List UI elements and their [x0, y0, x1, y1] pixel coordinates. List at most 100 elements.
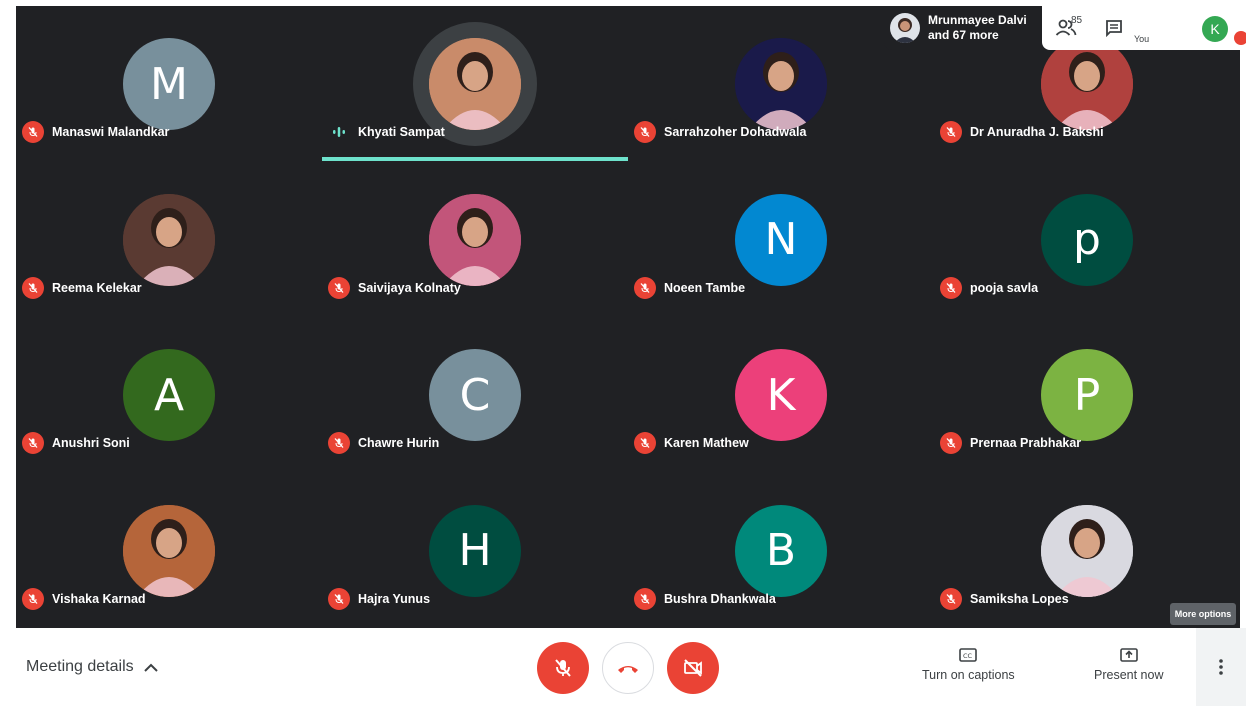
- more-vertical-icon: [1219, 659, 1223, 675]
- mic-off-icon: [555, 659, 571, 677]
- participant-avatar: p: [1041, 193, 1133, 286]
- participant-tile[interactable]: A Anushri Soni: [16, 317, 322, 472]
- participant-avatar: [123, 193, 215, 286]
- meeting-details-label: Meeting details: [26, 658, 134, 675]
- present-icon: [1119, 648, 1138, 662]
- participant-nameplate: Chawre Hurin: [328, 432, 439, 454]
- mic-off-icon: [940, 587, 962, 610]
- participant-name: Vishaka Karnad: [52, 591, 146, 606]
- participant-avatar: P: [1041, 349, 1133, 441]
- participant-avatar: H: [429, 504, 521, 597]
- active-speaker-bar: [322, 157, 628, 161]
- participant-avatar: [1041, 38, 1133, 130]
- participant-avatar: M: [123, 38, 215, 130]
- participant-avatar: [1041, 504, 1133, 597]
- participant-name: Dr Anuradha J. Bakshi: [970, 125, 1104, 139]
- participant-name: Bushra Dhankwala: [664, 591, 776, 606]
- participant-name: Khyati Sampat: [358, 125, 445, 139]
- participant-tile[interactable]: B Bushra Dhankwala: [628, 473, 934, 628]
- participant-name: Chawre Hurin: [358, 436, 440, 450]
- participant-nameplate: Hajra Yunus: [328, 587, 431, 610]
- participant-nameplate: pooja savla: [940, 276, 1039, 299]
- captions-button[interactable]: CC Turn on captions: [922, 648, 1015, 682]
- participant-name: Sarrahzoher Dohadwala: [664, 125, 807, 139]
- participant-nameplate: Prernaa Prabhakar: [940, 432, 1081, 454]
- participant-avatar: K: [735, 349, 827, 441]
- participant-tile[interactable]: C Chawre Hurin: [322, 317, 628, 472]
- participant-nameplate: Vishaka Karnad: [22, 587, 146, 610]
- toggle-camera-button[interactable]: [667, 642, 719, 694]
- people-count: 85: [1071, 15, 1083, 26]
- mic-off-icon: [940, 276, 962, 299]
- mic-off-icon: [22, 587, 44, 610]
- mic-off-icon: [328, 432, 350, 454]
- captions-label: Turn on captions: [922, 668, 1015, 682]
- participant-name: Manaswi Malandkar: [52, 125, 170, 139]
- participant-name: Prernaa Prabhakar: [970, 436, 1082, 450]
- hang-up-icon: [618, 666, 638, 673]
- participant-tile[interactable]: Saivijaya Kolnaty: [322, 162, 628, 317]
- participant-nameplate: Noeen Tambe: [634, 276, 746, 299]
- participant-tile[interactable]: K Karen Mathew: [628, 317, 934, 472]
- participant-name: Samiksha Lopes: [970, 591, 1069, 606]
- participant-nameplate: Manaswi Malandkar: [22, 121, 169, 143]
- participant-name: Karen Mathew: [664, 436, 749, 450]
- participant-name: Noeen Tambe: [664, 280, 746, 295]
- speaking-indicator-icon: [328, 121, 350, 143]
- captions-icon: CC: [959, 648, 978, 662]
- meeting-details-button[interactable]: Meeting details: [26, 658, 158, 676]
- participant-name: Reema Kelekar: [52, 280, 142, 295]
- mic-off-icon: [634, 432, 656, 454]
- mic-off-icon: [22, 121, 44, 143]
- self-mic-off-icon: [1234, 31, 1246, 45]
- participant-nameplate: Reema Kelekar: [22, 276, 142, 299]
- participant-avatar: [429, 38, 521, 130]
- mic-off-icon: [940, 432, 962, 454]
- mic-off-icon: [940, 121, 962, 143]
- participant-name: Saivijaya Kolnaty: [358, 280, 461, 295]
- mic-off-icon: [328, 587, 350, 610]
- participant-grid: M Manaswi Malandkar Khyati Sampat Sarrahzoh…: [16, 6, 1240, 628]
- participant-nameplate: Saivijaya Kolnaty: [328, 276, 461, 299]
- mic-off-icon: [22, 276, 44, 299]
- chevron-up-icon: [143, 663, 158, 672]
- participant-tile[interactable]: N Noeen Tambe: [628, 162, 934, 317]
- leave-call-button[interactable]: [602, 642, 654, 694]
- chat-button[interactable]: [1090, 6, 1138, 50]
- mic-off-icon: [22, 432, 44, 454]
- participant-tile[interactable]: p pooja savla: [934, 162, 1240, 317]
- presenter-avatar: [890, 13, 920, 43]
- present-label: Present now: [1094, 668, 1164, 682]
- participant-avatar: [735, 38, 827, 130]
- more-options-tooltip: More options: [1170, 603, 1236, 625]
- self-avatar[interactable]: K: [1202, 16, 1228, 42]
- participant-avatar: B: [735, 504, 827, 597]
- participant-summary-chip[interactable]: Mrunmayee Dalvi and 67 more: [884, 6, 1042, 50]
- participant-nameplate: Dr Anuradha J. Bakshi: [940, 121, 1104, 143]
- participant-name: pooja savla: [970, 280, 1039, 295]
- participant-name: Anushri Soni: [52, 436, 130, 450]
- participant-nameplate: Anushri Soni: [22, 432, 130, 454]
- participant-nameplate: Sarrahzoher Dohadwala: [634, 121, 806, 143]
- toggle-microphone-button[interactable]: [537, 642, 589, 694]
- participant-nameplate: Samiksha Lopes: [940, 587, 1069, 610]
- chat-icon: [1106, 20, 1122, 37]
- participant-tile[interactable]: Khyati Sampat: [322, 6, 628, 161]
- camera-off-icon: [684, 659, 702, 677]
- participant-avatar: [123, 504, 215, 597]
- participant-tile[interactable]: Vishaka Karnad: [16, 473, 322, 628]
- participant-tile[interactable]: H Hajra Yunus: [322, 473, 628, 628]
- participant-avatar: A: [123, 349, 215, 441]
- people-button[interactable]: 85: [1042, 6, 1090, 50]
- present-now-button[interactable]: Present now: [1094, 648, 1163, 682]
- you-label: You: [1134, 34, 1150, 44]
- more-options-button[interactable]: [1196, 628, 1246, 706]
- participant-tile[interactable]: P Prernaa Prabhakar: [934, 317, 1240, 472]
- participant-avatar: C: [429, 349, 521, 441]
- mic-off-icon: [328, 276, 350, 299]
- participant-nameplate: Khyati Sampat: [328, 121, 445, 143]
- participant-tile[interactable]: Reema Kelekar: [16, 162, 322, 317]
- participant-name: Hajra Yunus: [358, 591, 431, 606]
- mic-off-icon: [634, 276, 656, 299]
- participant-tile[interactable]: M Manaswi Malandkar: [16, 6, 322, 161]
